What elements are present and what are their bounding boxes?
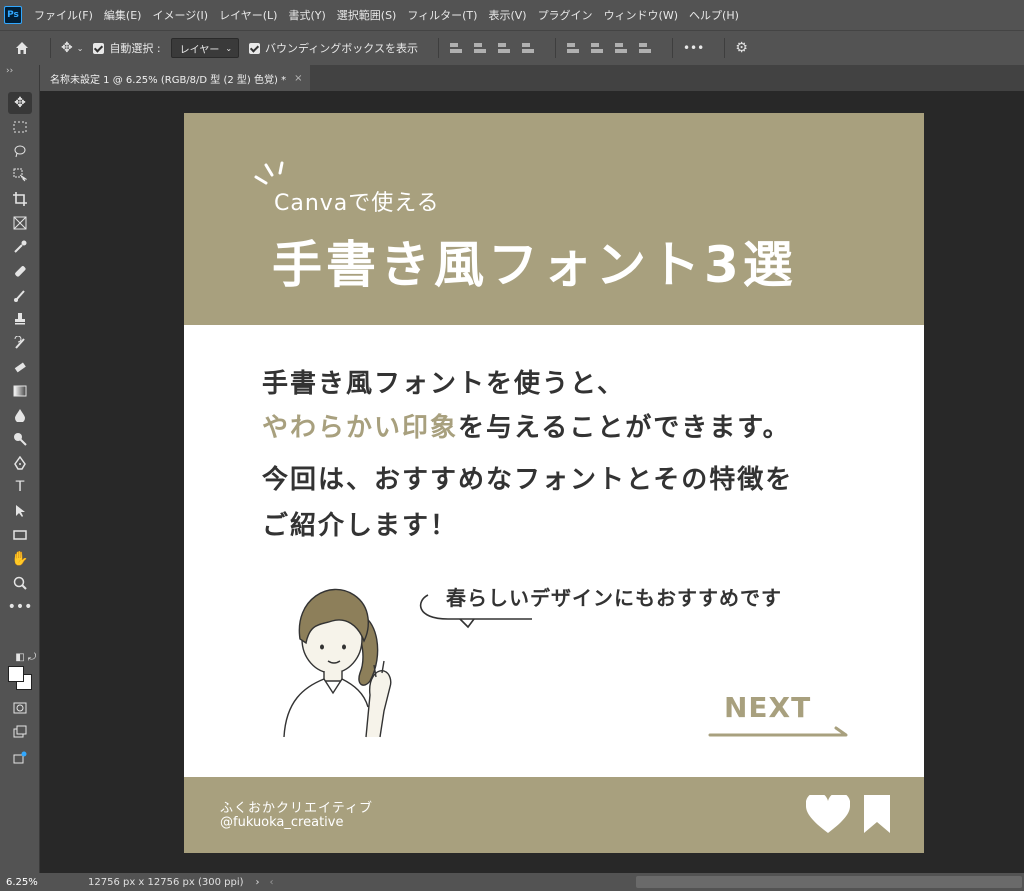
align-center-icon[interactable] (473, 41, 487, 55)
next-arrow-icon (708, 726, 848, 737)
separator (50, 38, 51, 58)
object-select-tool-icon[interactable] (8, 164, 32, 186)
footer-handle: @fukuoka_creative (220, 815, 344, 830)
menu-select[interactable]: 選択範囲(S) (337, 7, 397, 23)
footer-brand-name: ふくおかクリエイティブ (220, 801, 373, 816)
separator (554, 38, 556, 58)
auto-select-dropdown[interactable]: レイヤー ⌄ (170, 38, 240, 58)
stamp-tool-icon[interactable] (8, 308, 32, 330)
auto-select-checkbox[interactable] (93, 42, 105, 54)
menu-bar: Ps ファイル(F) 編集(E) イメージ(I) レイヤー(L) 書式(Y) 選… (0, 0, 1024, 30)
eraser-tool-icon[interactable] (8, 356, 32, 378)
separator (437, 38, 439, 58)
align-top-icon[interactable] (566, 41, 580, 55)
foreground-color-swatch[interactable] (8, 666, 24, 682)
speech-bubble-text: 春らしいデザインにもおすすめです (446, 586, 782, 610)
footer-band: ふくおかクリエイティブ @fukuoka_creative (184, 777, 924, 853)
share-icon[interactable] (8, 747, 32, 769)
gradient-tool-icon[interactable] (8, 380, 32, 402)
lasso-tool-icon[interactable] (8, 140, 32, 162)
body-line-1: 手書き風フォントを使うと、 (262, 369, 625, 399)
move-tool-icon[interactable]: ✥ (61, 40, 73, 56)
separator (671, 38, 673, 58)
move-tool-icon[interactable]: ✥ (8, 92, 32, 114)
pen-tool-icon[interactable] (8, 452, 32, 474)
home-icon[interactable] (14, 40, 30, 56)
header-band: Canvaで使える 手書き風フォント3選 (184, 113, 924, 325)
align-right-icon[interactable] (497, 41, 511, 55)
status-expand-icon[interactable]: › (256, 877, 260, 888)
history-brush-tool-icon[interactable] (8, 332, 32, 354)
more-tools-icon[interactable]: ••• (8, 596, 33, 618)
menu-layer[interactable]: レイヤー(L) (219, 7, 277, 23)
document-size: 12756 px x 12756 px (300 ppi) (88, 876, 244, 888)
screen-mode-icon[interactable] (8, 721, 32, 743)
eyedropper-tool-icon[interactable] (8, 236, 32, 258)
document-canvas[interactable]: Canvaで使える 手書き風フォント3選 手書き風フォントを使うと、 やわらかい… (184, 113, 924, 853)
body-line-4: ご紹介します！ (262, 511, 459, 541)
menu-plugins[interactable]: プラグイン (538, 7, 593, 23)
more-options-button[interactable]: ••• (683, 41, 704, 55)
align-bottom-icon[interactable] (614, 41, 628, 55)
woman-illustration (283, 588, 392, 738)
photoshop-logo-icon: Ps (4, 6, 22, 24)
body-line-3: 今回は、おすすめなフォントとその特徴を (262, 465, 794, 495)
menu-file[interactable]: ファイル(F) (34, 7, 93, 23)
menu-view[interactable]: 表示(V) (488, 7, 526, 23)
document-tab[interactable]: 名称未設定 1 @ 6.25% (RGB/8/D 型 (2 型) 色覚) * × (40, 65, 311, 91)
brush-tool-icon[interactable] (8, 284, 32, 306)
menu-window[interactable]: ウィンドウ(W) (604, 7, 678, 23)
healing-brush-tool-icon[interactable] (8, 260, 32, 282)
close-icon[interactable]: × (294, 73, 302, 84)
scroll-left-icon[interactable]: ‹ (270, 877, 274, 888)
hand-tool-icon[interactable]: ✋ (8, 548, 32, 570)
gear-icon[interactable]: ⚙ (735, 40, 748, 56)
document-tab-bar: 名称未設定 1 @ 6.25% (RGB/8/D 型 (2 型) 色覚) * × (40, 65, 1024, 91)
chevron-down-icon[interactable]: ⌄ (77, 44, 84, 53)
bookmark-icon (864, 795, 890, 833)
auto-select-label: 自動選択 : (109, 42, 161, 55)
body-line-2: やわらかい印象を与えることができます。 (262, 407, 791, 444)
chevron-down-icon: ⌄ (225, 43, 233, 53)
quick-mask-icon[interactable] (8, 697, 32, 719)
separator (724, 38, 726, 58)
header-subtitle: Canvaで使える (274, 191, 440, 216)
highlight-text: やわらかい印象 (262, 413, 459, 443)
path-selection-tool-icon[interactable] (8, 500, 32, 522)
blur-tool-icon[interactable] (8, 404, 32, 426)
menu-help[interactable]: ヘルプ(H) (689, 7, 739, 23)
align-middle-icon[interactable] (590, 41, 604, 55)
crop-tool-icon[interactable] (8, 188, 32, 210)
tools-panel: ›› ✥ T ✋ ••• ◧ ⤾ (0, 65, 40, 873)
status-bar: 6.25% 12756 px x 12756 px (300 ppi) › ‹ (0, 873, 1024, 891)
frame-tool-icon[interactable] (8, 212, 32, 234)
menu-filter[interactable]: フィルター(T) (407, 7, 477, 23)
dodge-tool-icon[interactable] (8, 428, 32, 450)
type-tool-icon[interactable]: T (8, 476, 32, 498)
marquee-tool-icon[interactable] (8, 116, 32, 138)
body-line-2-rest: を与えることができます。 (458, 413, 791, 443)
menu-type[interactable]: 書式(Y) (288, 7, 325, 23)
auto-select-value: レイヤー (179, 44, 220, 56)
options-bar: ✥ ⌄ 自動選択 : レイヤー ⌄ バウンディングボックスを表示 ••• ⚙ (0, 30, 1024, 65)
heart-icon (806, 795, 850, 833)
menu-edit[interactable]: 編集(E) (104, 7, 142, 23)
bounding-box-label: バウンディングボックスを表示 (265, 42, 418, 55)
rectangle-tool-icon[interactable] (8, 524, 32, 546)
zoom-level[interactable]: 6.25% (0, 877, 40, 888)
bounding-box-checkbox[interactable] (249, 42, 261, 54)
next-label: NEXT (724, 691, 812, 724)
horizontal-scrollbar[interactable] (636, 876, 1022, 888)
zoom-tool-icon[interactable] (8, 572, 32, 594)
align-left-icon[interactable] (449, 41, 463, 55)
document-tab-title: 名称未設定 1 @ 6.25% (RGB/8/D 型 (2 型) 色覚) * (50, 74, 287, 86)
menu-image[interactable]: イメージ(I) (152, 7, 208, 23)
header-title: 手書き風フォント3選 (272, 236, 797, 294)
collapse-panel-icon[interactable]: ›› (6, 66, 13, 76)
distribute-icon[interactable] (521, 41, 535, 55)
distribute-vertical-icon[interactable] (638, 41, 652, 55)
